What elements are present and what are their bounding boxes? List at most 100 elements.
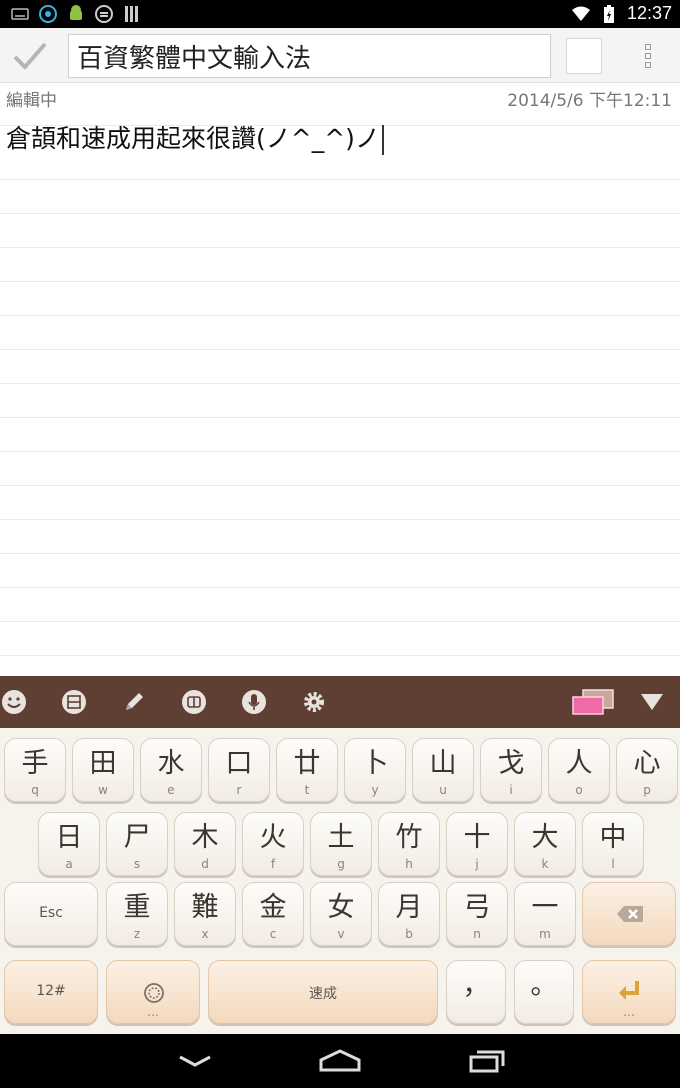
period-key[interactable]: 。 [514, 960, 574, 1024]
note-color-button[interactable] [566, 38, 602, 74]
key-sub-label: m [539, 927, 551, 941]
key-sub-label: f [270, 857, 276, 871]
notification-icons [10, 4, 142, 24]
key-z[interactable]: 重z [106, 882, 168, 946]
phrase-icon[interactable] [60, 688, 88, 716]
comma-key[interactable]: ， [446, 960, 506, 1024]
key-o[interactable]: 人o [548, 738, 610, 802]
settings-icon[interactable] [300, 688, 328, 716]
key-w[interactable]: 田w [72, 738, 134, 802]
clock: 12:37 [626, 3, 672, 23]
space-key-label: 速成 [309, 986, 337, 1002]
key-i[interactable]: 戈i [480, 738, 542, 802]
key-e[interactable]: 水e [140, 738, 202, 802]
key-main-label: 日 [55, 822, 83, 853]
note-text[interactable]: 倉頡和速成用起來很讚(ノ^_^)ノ [6, 122, 384, 156]
space-key[interactable]: 速成 [208, 960, 438, 1024]
key-main-label: 心 [633, 748, 661, 779]
key-sub-label: n [473, 927, 481, 941]
save-check-button[interactable] [10, 38, 50, 74]
enter-key-dots: … [623, 1005, 635, 1019]
overflow-dot-icon [645, 53, 651, 59]
key-s[interactable]: 尸s [106, 812, 168, 876]
key-sub-label: l [611, 857, 615, 871]
key-sub-label: i [509, 783, 513, 797]
key-sub-label: p [643, 783, 651, 797]
key-p[interactable]: 心p [616, 738, 678, 802]
theme-color-icon[interactable] [570, 688, 616, 716]
key-k[interactable]: 大k [514, 812, 576, 876]
key-sub-label: c [269, 927, 277, 941]
recent-apps-icon[interactable] [464, 1044, 510, 1078]
key-sub-label: o [575, 783, 583, 797]
note-title-input[interactable] [68, 34, 551, 78]
key-m[interactable]: 一m [514, 882, 576, 946]
back-icon[interactable] [172, 1044, 218, 1078]
key-l[interactable]: 中l [582, 812, 644, 876]
keyboard-toolbar [0, 676, 680, 728]
input-mode-key[interactable]: … [106, 960, 200, 1024]
key-main-label: 土 [327, 822, 355, 853]
key-sub-label: v [337, 927, 345, 941]
key-sub-label: k [541, 857, 549, 871]
enter-key[interactable]: … [582, 960, 676, 1024]
symbols-key[interactable]: 12# [4, 960, 98, 1024]
battery-icon [599, 4, 619, 24]
key-a[interactable]: 日a [38, 812, 100, 876]
esc-key[interactable]: Esc [4, 882, 98, 946]
key-main-label: 手 [21, 748, 49, 779]
key-f[interactable]: 火f [242, 812, 304, 876]
key-main-label: 口 [225, 748, 253, 779]
key-v[interactable]: 女v [310, 882, 372, 946]
key-g[interactable]: 土g [310, 812, 372, 876]
key-j[interactable]: 十j [446, 812, 508, 876]
key-main-label: 重 [123, 892, 151, 923]
key-d[interactable]: 木d [174, 812, 236, 876]
hide-keyboard-icon[interactable] [638, 688, 666, 716]
android-icon [66, 4, 86, 24]
key-y[interactable]: 卜y [344, 738, 406, 802]
esc-key-label: Esc [39, 905, 63, 921]
overflow-dot-icon [645, 62, 651, 68]
key-sub-label: a [65, 857, 73, 871]
key-sub-label: e [167, 783, 175, 797]
key-sub-label: t [304, 783, 310, 797]
key-u[interactable]: 山u [412, 738, 474, 802]
text-cursor [381, 125, 384, 155]
key-r[interactable]: 口r [208, 738, 270, 802]
home-icon[interactable] [317, 1044, 363, 1078]
overflow-dot-icon [645, 44, 651, 50]
key-main-label: 木 [191, 822, 219, 853]
key-n[interactable]: 弓n [446, 882, 508, 946]
note-timestamp: 2014/5/6 下午12:11 [507, 91, 672, 111]
keyboard: 手q田w水e口r廿t卜y山u戈i人o心p 日a尸s木d火f土g竹h十j大k中l … [0, 728, 680, 1034]
key-b[interactable]: 月b [378, 882, 440, 946]
microphone-icon[interactable] [240, 688, 268, 716]
overflow-menu-button[interactable] [640, 38, 656, 74]
key-sub-label: x [201, 927, 209, 941]
key-main-label: 山 [429, 748, 457, 779]
backspace-icon [617, 906, 643, 922]
backspace-key[interactable] [582, 882, 676, 946]
key-h[interactable]: 竹h [378, 812, 440, 876]
signal-bars-icon [122, 4, 142, 24]
input-mode-dots: … [147, 1005, 159, 1019]
key-main-label: 月 [395, 892, 423, 923]
emoji-icon[interactable] [0, 688, 28, 716]
navigation-bar [0, 1034, 680, 1088]
handwriting-icon[interactable] [120, 688, 148, 716]
note-meta: 編輯中 2014/5/6 下午12:11 [6, 86, 672, 111]
key-main-label: 一 [531, 892, 559, 923]
key-main-label: 戈 [497, 748, 525, 779]
status-bar: 12:37 [0, 0, 680, 28]
key-main-label: 十 [463, 822, 491, 853]
key-c[interactable]: 金c [242, 882, 304, 946]
key-sub-label: q [31, 783, 39, 797]
note-editor[interactable]: 倉頡和速成用起來很讚(ノ^_^)ノ [0, 112, 680, 676]
key-x[interactable]: 難x [174, 882, 236, 946]
layout-icon[interactable] [180, 688, 208, 716]
key-sub-label: b [405, 927, 413, 941]
key-t[interactable]: 廿t [276, 738, 338, 802]
key-q[interactable]: 手q [4, 738, 66, 802]
key-sub-label: s [133, 857, 141, 871]
